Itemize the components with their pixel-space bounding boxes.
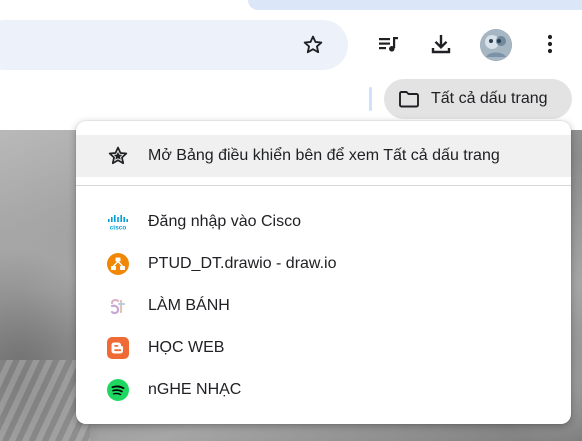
bookmark-label-drawio: PTUD_DT.drawio - draw.io (148, 255, 337, 272)
download-button[interactable] (423, 26, 459, 62)
menu-divider (76, 185, 571, 186)
open-side-panel-label: Mở Bảng điều khiển bên để xem Tất cả dấu… (148, 147, 500, 164)
bookmark-item-drawio[interactable]: PTUD_DT.drawio - draw.io (76, 243, 571, 285)
bookmark-label-nghe-nhac: nGHE NHẠC (148, 381, 242, 398)
folder-icon (397, 87, 421, 111)
bookmark-item-cisco[interactable]: cisco Đăng nhập vào Cisco (76, 201, 571, 243)
avatar[interactable] (480, 29, 512, 61)
cisco-icon: cisco (106, 210, 130, 234)
media-queue-button[interactable] (370, 26, 406, 62)
bookmark-star-button[interactable] (296, 28, 330, 62)
spotify-icon (106, 378, 130, 402)
all-bookmarks-dropdown: Mở Bảng điều khiển bên để xem Tất cả dấu… (76, 121, 571, 424)
all-bookmarks-label: Tất cả dấu trang (431, 90, 548, 107)
blogger-icon (106, 336, 130, 360)
download-icon (431, 35, 451, 54)
bookmark-star-icon (303, 35, 323, 54)
more-vert-icon (547, 34, 553, 54)
bookmark-label-cisco: Đăng nhập vào Cisco (148, 213, 301, 230)
media-queue-icon (379, 37, 398, 52)
profile-picture-icon (480, 29, 512, 61)
drawio-icon (106, 252, 130, 276)
bookmark-label-hoc-web: HỌC WEB (148, 339, 225, 356)
active-tab-edge (248, 0, 582, 10)
open-side-panel-item[interactable]: Mở Bảng điều khiển bên để xem Tất cả dấu… (76, 135, 571, 177)
lam-banh-favicon (106, 294, 130, 318)
bookmark-item-lam-banh[interactable]: LÀM BÁNH (76, 285, 571, 327)
bookmark-item-nghe-nhac[interactable]: nGHE NHẠC (76, 369, 571, 411)
bookmark-label-lam-banh: LÀM BÁNH (148, 297, 230, 314)
bookmarks-bar-separator (369, 87, 372, 111)
svg-text:cisco: cisco (110, 225, 127, 232)
star-outline-icon (106, 144, 130, 168)
all-bookmarks-button[interactable]: Tất cả dấu trang (384, 79, 572, 119)
bookmark-item-hoc-web[interactable]: HỌC WEB (76, 327, 571, 369)
more-menu-button[interactable] (532, 26, 568, 62)
